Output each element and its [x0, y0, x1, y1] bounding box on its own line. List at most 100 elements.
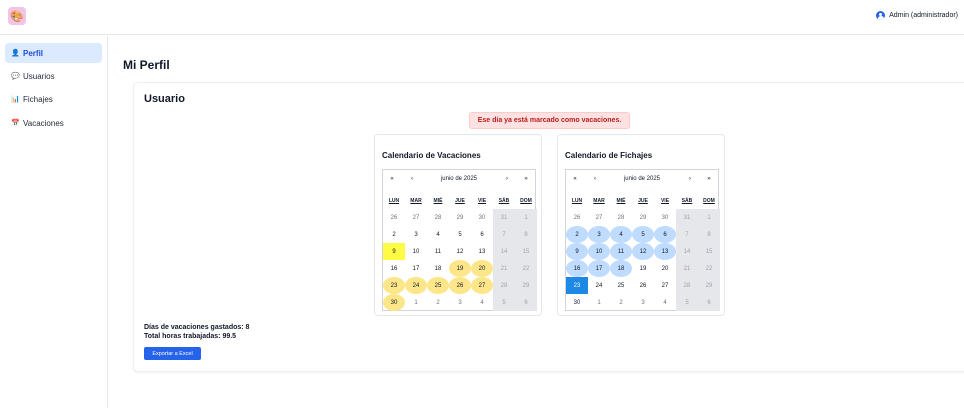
- calendar-day[interactable]: 24: [405, 277, 427, 294]
- calendar-day[interactable]: 2: [427, 294, 449, 311]
- calendar-day[interactable]: 31: [493, 209, 515, 226]
- month-label[interactable]: junio de 2025: [441, 176, 477, 182]
- calendar-day[interactable]: 8: [698, 226, 720, 243]
- calendar-day[interactable]: 28: [493, 277, 515, 294]
- calendar-day[interactable]: 18: [610, 260, 632, 277]
- calendar-day[interactable]: 27: [654, 277, 676, 294]
- calendar-day[interactable]: 6: [471, 226, 493, 243]
- calendar-day[interactable]: 11: [427, 243, 449, 260]
- calendar-day[interactable]: 27: [471, 277, 493, 294]
- calendar-day[interactable]: 25: [610, 277, 632, 294]
- calendar-day[interactable]: 25: [427, 277, 449, 294]
- month-label[interactable]: junio de 2025: [624, 176, 660, 182]
- calendar-day[interactable]: 30: [654, 209, 676, 226]
- calendar-day[interactable]: 4: [654, 294, 676, 311]
- calendar-day[interactable]: 9: [566, 243, 588, 260]
- calendar-day[interactable]: 3: [449, 294, 471, 311]
- calendar-day[interactable]: 4: [427, 226, 449, 243]
- calendar-day[interactable]: 29: [515, 277, 537, 294]
- export-excel-button[interactable]: Exportar a Excel: [144, 347, 201, 360]
- sidebar-item-perfil[interactable]: 👤 Perfil: [5, 43, 102, 63]
- calendar-day[interactable]: 28: [610, 209, 632, 226]
- calendar-day[interactable]: 28: [427, 209, 449, 226]
- calendar-day[interactable]: 22: [515, 260, 537, 277]
- calendar-day[interactable]: 30: [471, 209, 493, 226]
- calendar-day[interactable]: 6: [515, 294, 537, 311]
- calendar-day[interactable]: 26: [383, 209, 405, 226]
- calendar-day[interactable]: 19: [449, 260, 471, 277]
- prev-month-button[interactable]: ‹: [405, 172, 419, 186]
- calendar-day[interactable]: 6: [698, 294, 720, 311]
- prev-year-button[interactable]: «: [385, 172, 399, 186]
- calendar-day[interactable]: 26: [566, 209, 588, 226]
- calendar-day[interactable]: 5: [632, 226, 654, 243]
- calendar-day[interactable]: 5: [676, 294, 698, 311]
- calendar-day[interactable]: 31: [676, 209, 698, 226]
- calendar-day[interactable]: 1: [588, 294, 610, 311]
- calendar-day[interactable]: 20: [471, 260, 493, 277]
- next-month-button[interactable]: ›: [683, 172, 697, 186]
- calendar-day[interactable]: 14: [493, 243, 515, 260]
- calendar-day[interactable]: 1: [515, 209, 537, 226]
- calendar-day[interactable]: 3: [588, 226, 610, 243]
- app-logo-icon[interactable]: 🎨: [8, 7, 26, 25]
- calendar-day[interactable]: 15: [515, 243, 537, 260]
- calendar-day[interactable]: 21: [493, 260, 515, 277]
- calendar-day[interactable]: 1: [405, 294, 427, 311]
- calendar-day[interactable]: 27: [405, 209, 427, 226]
- calendar-day[interactable]: 10: [588, 243, 610, 260]
- calendar-day[interactable]: 26: [632, 277, 654, 294]
- next-year-button[interactable]: »: [702, 172, 716, 186]
- calendar-day[interactable]: 22: [698, 260, 720, 277]
- calendar-day[interactable]: 3: [405, 226, 427, 243]
- prev-month-button[interactable]: ‹: [588, 172, 602, 186]
- calendar-day[interactable]: 13: [654, 243, 676, 260]
- next-year-button[interactable]: »: [519, 172, 533, 186]
- calendar-day[interactable]: 15: [698, 243, 720, 260]
- sidebar-item-vacaciones[interactable]: 📅 Vacaciones: [5, 113, 102, 133]
- calendar-day[interactable]: 7: [493, 226, 515, 243]
- calendar-day[interactable]: 7: [676, 226, 698, 243]
- calendar-day[interactable]: 23: [566, 277, 588, 294]
- calendar-day[interactable]: 4: [610, 226, 632, 243]
- calendar-day[interactable]: 30: [566, 294, 588, 311]
- calendar-day[interactable]: 18: [427, 260, 449, 277]
- calendar-day[interactable]: 1: [698, 209, 720, 226]
- calendar-day[interactable]: 28: [676, 277, 698, 294]
- user-menu[interactable]: Admin (administrador): [876, 11, 958, 20]
- calendar-day[interactable]: 10: [405, 243, 427, 260]
- calendar-day[interactable]: 9: [383, 243, 405, 260]
- calendar-day[interactable]: 20: [654, 260, 676, 277]
- calendar-day[interactable]: 16: [383, 260, 405, 277]
- calendar-day[interactable]: 17: [588, 260, 610, 277]
- next-month-button[interactable]: ›: [500, 172, 514, 186]
- calendar-day[interactable]: 24: [588, 277, 610, 294]
- calendar-day[interactable]: 27: [588, 209, 610, 226]
- calendar-day[interactable]: 17: [405, 260, 427, 277]
- calendar-day[interactable]: 6: [654, 226, 676, 243]
- calendar-day[interactable]: 14: [676, 243, 698, 260]
- calendar-day[interactable]: 8: [515, 226, 537, 243]
- calendar-day[interactable]: 29: [632, 209, 654, 226]
- calendar-day[interactable]: 2: [566, 226, 588, 243]
- calendar-day[interactable]: 30: [383, 294, 405, 311]
- calendar-day[interactable]: 21: [676, 260, 698, 277]
- prev-year-button[interactable]: «: [568, 172, 582, 186]
- calendar-day[interactable]: 3: [632, 294, 654, 311]
- calendar-day[interactable]: 4: [471, 294, 493, 311]
- calendar-day[interactable]: 2: [383, 226, 405, 243]
- calendar-day[interactable]: 2: [610, 294, 632, 311]
- calendar-day[interactable]: 11: [610, 243, 632, 260]
- calendar-day[interactable]: 12: [449, 243, 471, 260]
- calendar-day[interactable]: 13: [471, 243, 493, 260]
- calendar-day[interactable]: 12: [632, 243, 654, 260]
- calendar-day[interactable]: 16: [566, 260, 588, 277]
- calendar-day[interactable]: 19: [632, 260, 654, 277]
- calendar-day[interactable]: 26: [449, 277, 471, 294]
- calendar-day[interactable]: 23: [383, 277, 405, 294]
- sidebar-item-fichajes[interactable]: 📊 Fichajes: [5, 89, 102, 109]
- sidebar-item-usuarios[interactable]: 💬 Usuarios: [5, 66, 102, 86]
- calendar-day[interactable]: 5: [449, 226, 471, 243]
- calendar-day[interactable]: 29: [698, 277, 720, 294]
- calendar-day[interactable]: 5: [493, 294, 515, 311]
